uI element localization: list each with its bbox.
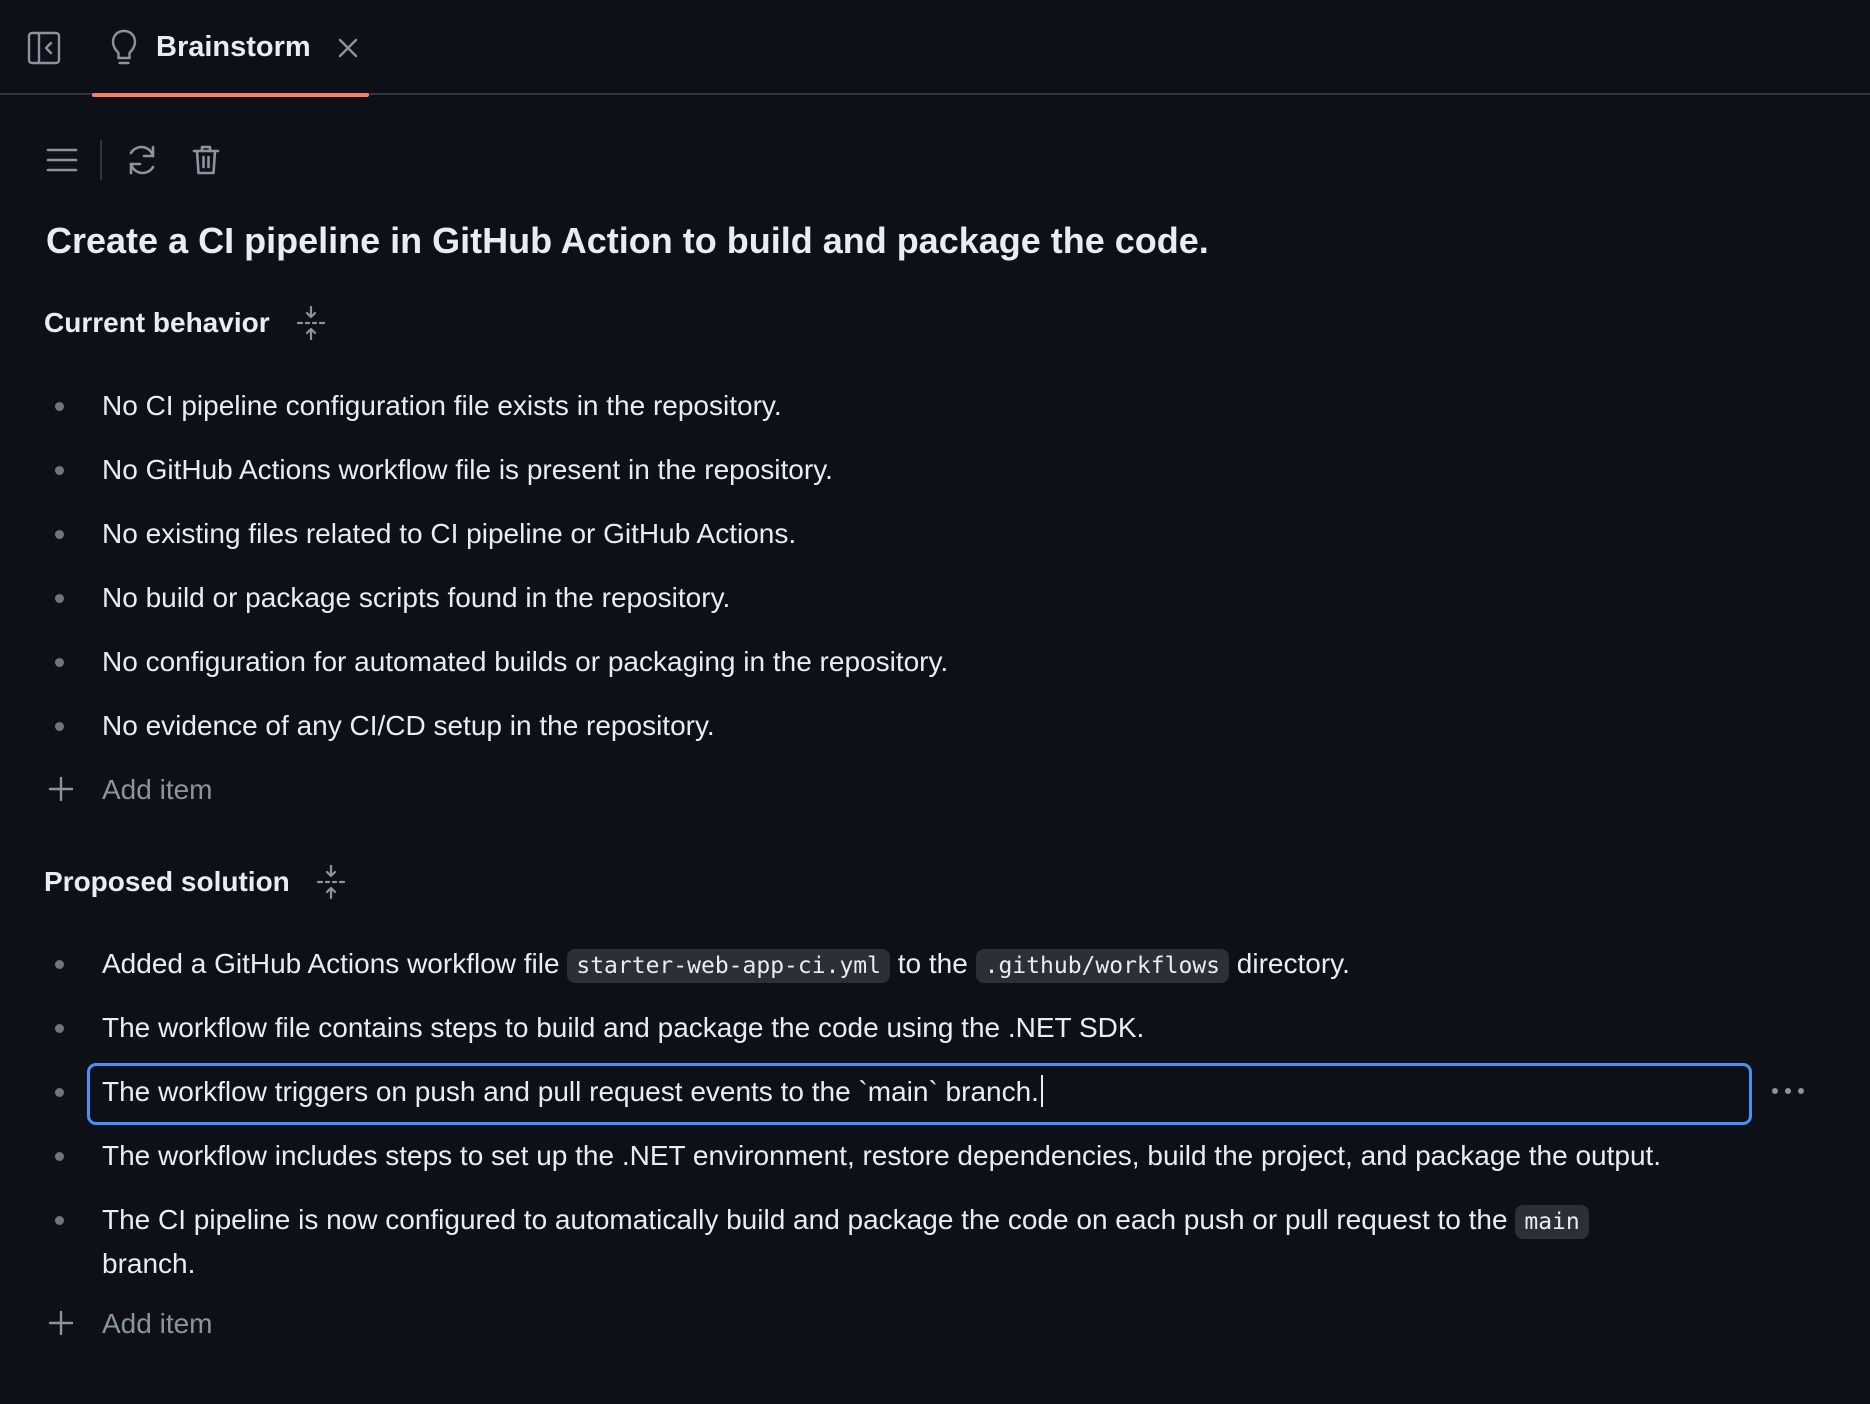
menu-icon[interactable] (40, 138, 84, 182)
list-item[interactable]: No configuration for automated builds or… (0, 630, 1870, 694)
bullet (55, 466, 64, 475)
list-item[interactable]: No GitHub Actions workflow file is prese… (0, 438, 1870, 502)
text-caret (1040, 1075, 1043, 1107)
item-text: Added a GitHub Actions workflow file sta… (102, 947, 1350, 983)
bullet (55, 1088, 64, 1097)
current-behavior-header: Current behavior (44, 304, 328, 342)
plus-icon (46, 774, 76, 804)
bullet (55, 722, 64, 731)
list-item[interactable]: The CI pipeline is now configured to aut… (0, 1188, 1870, 1292)
bullet (55, 1216, 64, 1225)
bullet (55, 594, 64, 603)
item-text: The workflow file contains steps to buil… (102, 1012, 1145, 1043)
item-text-part: The CI pipeline is now configured to aut… (102, 1204, 1516, 1235)
bullet (55, 402, 64, 411)
current-behavior-list: No CI pipeline configuration file exists… (0, 374, 1870, 822)
bullet (55, 1152, 64, 1161)
sidebar-toggle-icon[interactable] (26, 30, 62, 66)
item-text: No GitHub Actions workflow file is prese… (102, 454, 833, 485)
toolbar-divider (100, 140, 102, 180)
tab-bar: Brainstorm (0, 0, 1870, 97)
lightbulb-icon (108, 28, 140, 68)
page-title: Create a CI pipeline in GitHub Action to… (46, 220, 1209, 261)
inline-code: starter-web-app-ci.yml (567, 949, 890, 983)
section-title: Proposed solution (44, 866, 290, 897)
add-item-label: Add item (102, 774, 213, 805)
more-options-icon[interactable] (1768, 1076, 1808, 1106)
proposed-solution-header: Proposed solution (44, 863, 348, 901)
add-item-label: Add item (102, 1308, 213, 1339)
plus-icon (46, 1308, 76, 1338)
item-text: The workflow triggers on push and pull r… (102, 1075, 1043, 1109)
bullet (55, 530, 64, 539)
list-item-editing[interactable]: The workflow triggers on push and pull r… (0, 1060, 1870, 1125)
item-text: No CI pipeline configuration file exists… (102, 390, 782, 421)
list-item[interactable]: The workflow file contains steps to buil… (0, 996, 1870, 1060)
collapse-icon[interactable] (294, 304, 328, 342)
item-text: The CI pipeline is now configured to aut… (102, 1199, 1662, 1285)
item-text: No existing files related to CI pipeline… (102, 518, 797, 549)
item-text-part: to the (889, 948, 976, 979)
list-item[interactable]: No evidence of any CI/CD setup in the re… (0, 694, 1870, 758)
item-text: The workflow includes steps to set up th… (102, 1140, 1662, 1171)
list-item[interactable]: Added a GitHub Actions workflow file sta… (0, 932, 1870, 996)
item-text: No evidence of any CI/CD setup in the re… (102, 710, 715, 741)
toolbar (40, 138, 228, 182)
list-item[interactable]: No CI pipeline configuration file exists… (0, 374, 1870, 438)
inline-code: main (1515, 1205, 1589, 1239)
tab-brainstorm[interactable]: Brainstorm (92, 0, 369, 97)
item-edit-value: The workflow triggers on push and pull r… (102, 1076, 1039, 1107)
add-item-button[interactable]: Add item (0, 758, 1870, 822)
collapse-icon[interactable] (314, 863, 348, 901)
item-text-part: Added a GitHub Actions workflow file (102, 948, 568, 979)
add-item-button[interactable]: Add item (0, 1292, 1870, 1356)
close-icon[interactable] (333, 33, 363, 63)
bullet (55, 1024, 64, 1033)
item-text: No configuration for automated builds or… (102, 646, 949, 677)
list-item[interactable]: No existing files related to CI pipeline… (0, 502, 1870, 566)
inline-code: .github/workflows (975, 949, 1230, 983)
list-item[interactable]: No build or package scripts found in the… (0, 566, 1870, 630)
bullet (55, 658, 64, 667)
trash-icon[interactable] (184, 138, 228, 182)
section-title: Current behavior (44, 307, 270, 338)
item-text: No build or package scripts found in the… (102, 582, 731, 613)
item-text-part: directory. (1229, 948, 1350, 979)
proposed-solution-list: Added a GitHub Actions workflow file sta… (0, 932, 1870, 1356)
refresh-icon[interactable] (120, 138, 164, 182)
list-item[interactable]: The workflow includes steps to set up th… (0, 1124, 1870, 1188)
item-text-part: branch. (102, 1248, 196, 1279)
tab-label: Brainstorm (156, 31, 311, 63)
bullet (55, 960, 64, 969)
